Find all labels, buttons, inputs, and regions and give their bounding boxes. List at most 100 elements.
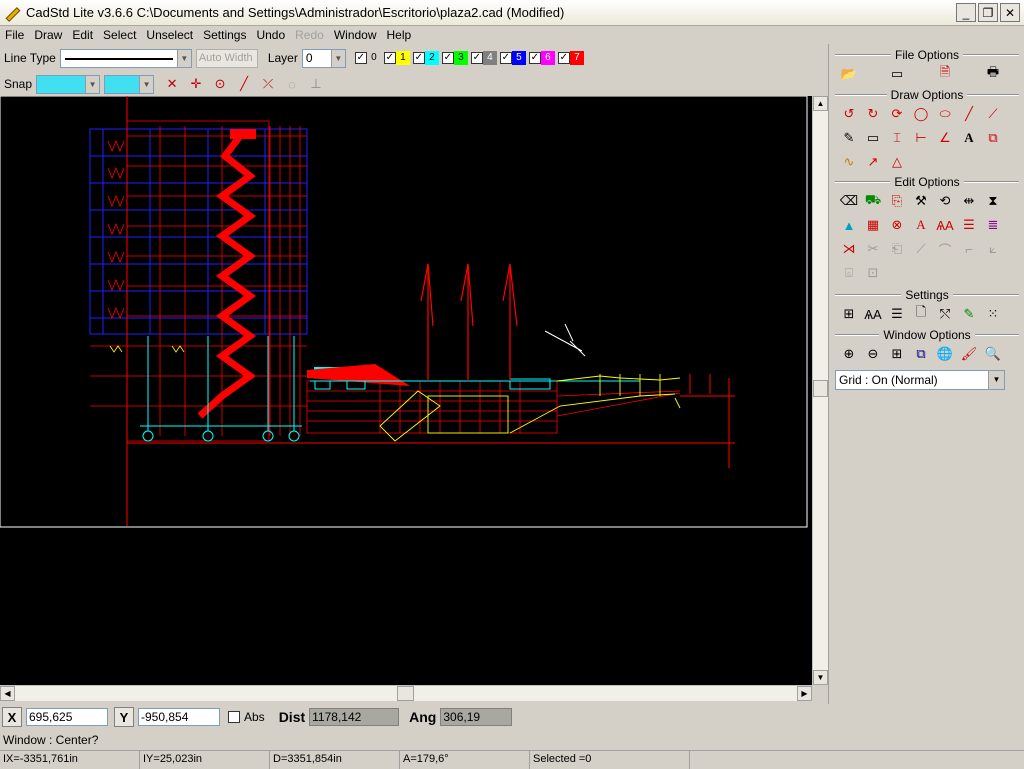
zoom-window-icon[interactable]: ⊞ bbox=[887, 344, 907, 364]
y-button[interactable]: Y bbox=[114, 707, 134, 727]
menu-undo[interactable]: Undo bbox=[251, 26, 290, 44]
move-truck-icon[interactable]: ⛟ bbox=[863, 191, 883, 211]
offset-icon[interactable]: ⟀ bbox=[983, 239, 1003, 259]
rectangle-icon[interactable]: ▭ bbox=[863, 128, 883, 148]
copy-icon[interactable]: ⎘ bbox=[887, 191, 907, 211]
menu-window[interactable]: Window bbox=[329, 26, 382, 44]
curve-icon[interactable]: ∿ bbox=[839, 152, 859, 172]
text-style-icon[interactable]: ѦA bbox=[935, 215, 955, 235]
horizontal-scroll-thumb[interactable] bbox=[397, 686, 414, 701]
cut-icon[interactable]: ✂ bbox=[863, 239, 883, 259]
break-icon[interactable]: ⊗ bbox=[887, 215, 907, 235]
edit-text-icon[interactable]: A bbox=[911, 215, 931, 235]
chevron-down-icon[interactable]: ▼ bbox=[85, 75, 100, 93]
layer-checkbox[interactable]: ✓ bbox=[441, 52, 454, 64]
arc-cw-icon[interactable]: ↻ bbox=[863, 104, 883, 124]
dimension-icon[interactable]: ⌶ bbox=[887, 128, 907, 148]
snap-endpoint-icon[interactable]: ✛ bbox=[186, 74, 206, 94]
layer-toggle-1[interactable]: ✓ 1 bbox=[383, 50, 410, 66]
rotate-icon[interactable]: ⟲ bbox=[935, 191, 955, 211]
leader-icon[interactable]: ↗ bbox=[863, 152, 883, 172]
globe-icon[interactable]: 🌐 bbox=[935, 344, 955, 364]
x-coordinate-field[interactable]: 695,625 bbox=[26, 708, 108, 726]
layer-toggle-4[interactable]: ✓ 4 bbox=[470, 50, 497, 66]
chevron-down-icon[interactable]: ▼ bbox=[330, 49, 345, 67]
scale-icon[interactable]: ⧗ bbox=[983, 191, 1003, 211]
layer-checkbox[interactable]: ✓ bbox=[412, 52, 425, 64]
grid-mode-select[interactable]: Grid : On (Normal) ▼ bbox=[835, 370, 1005, 390]
dimension-horizontal-icon[interactable]: ⊢ bbox=[911, 128, 931, 148]
menu-redo[interactable]: Redo bbox=[290, 26, 329, 44]
auto-width-field[interactable]: Auto Width bbox=[195, 48, 258, 68]
layer-checkbox[interactable]: ✓ bbox=[528, 52, 541, 64]
scroll-up-icon[interactable]: ▲ bbox=[813, 96, 828, 111]
color-layers-icon[interactable]: ≣ bbox=[983, 215, 1003, 235]
arc-3pt-icon[interactable]: ⟳ bbox=[887, 104, 907, 124]
layer-toggle-0[interactable]: ✓ 0 bbox=[354, 50, 381, 66]
snap-perpendicular-icon[interactable]: ⊥ bbox=[306, 74, 326, 94]
snap-mode-select[interactable]: ▼ bbox=[36, 74, 101, 94]
menu-draw[interactable]: Draw bbox=[29, 26, 67, 44]
zoom-all-icon[interactable]: 🔍 bbox=[983, 344, 1003, 364]
edit-settings-icon[interactable]: ✎ bbox=[959, 304, 979, 324]
layer-checkbox[interactable]: ✓ bbox=[383, 52, 396, 64]
snap-intersection-icon[interactable]: ⤫ bbox=[258, 74, 278, 94]
layer-checkbox[interactable]: ✓ bbox=[470, 52, 483, 64]
line-type-select[interactable]: ▼ bbox=[59, 48, 192, 68]
drawing-canvas[interactable] bbox=[0, 96, 812, 685]
save-file-icon[interactable]: 🗎 bbox=[935, 64, 955, 84]
abs-checkbox[interactable] bbox=[228, 711, 240, 723]
ellipse-icon[interactable]: ⬭ bbox=[935, 104, 955, 124]
chevron-down-icon[interactable]: ▼ bbox=[176, 49, 191, 67]
dimension-angle-icon[interactable]: ∠ bbox=[935, 128, 955, 148]
menu-file[interactable]: File bbox=[0, 26, 29, 44]
snap-off-icon[interactable]: ✕ bbox=[162, 74, 182, 94]
snap-tangent-icon[interactable]: ◌ bbox=[282, 74, 302, 94]
layer-checkbox[interactable]: ✓ bbox=[354, 52, 367, 64]
erase-icon[interactable]: ⌫ bbox=[839, 191, 859, 211]
pan-brush-icon[interactable]: 🖌 bbox=[959, 344, 979, 364]
scroll-left-icon[interactable]: ◀ bbox=[0, 686, 15, 701]
vertical-scroll-thumb[interactable] bbox=[813, 380, 828, 397]
horizontal-scrollbar[interactable]: ◀ ▶ bbox=[0, 685, 812, 701]
print-icon[interactable]: 🖶 bbox=[983, 64, 1003, 84]
menu-edit[interactable]: Edit bbox=[67, 26, 98, 44]
hammer-icon[interactable]: ⚒ bbox=[911, 191, 931, 211]
zoom-out-icon[interactable]: ⊖ bbox=[863, 344, 883, 364]
zoom-previous-icon[interactable]: ⧉ bbox=[911, 344, 931, 364]
array-icon[interactable]: ▦ bbox=[863, 215, 883, 235]
chamfer-icon[interactable]: ⌐ bbox=[959, 239, 979, 259]
paste-icon[interactable]: ⎗ bbox=[887, 239, 907, 259]
trim-icon[interactable]: ⋊ bbox=[839, 239, 859, 259]
zoom-in-icon[interactable]: ⊕ bbox=[839, 344, 859, 364]
open-folder-icon[interactable]: 📂 bbox=[839, 64, 859, 84]
layer-toggle-6[interactable]: ✓ 6 bbox=[528, 50, 555, 66]
hatch-icon[interactable]: ☰ bbox=[959, 215, 979, 235]
text-icon[interactable]: A bbox=[959, 128, 979, 148]
scroll-down-icon[interactable]: ▼ bbox=[813, 670, 828, 685]
menu-settings[interactable]: Settings bbox=[198, 26, 251, 44]
font-settings-icon[interactable]: ѦA bbox=[863, 304, 883, 324]
close-button[interactable]: ✕ bbox=[1000, 3, 1020, 22]
group-icon[interactable]: ⌺ bbox=[839, 263, 859, 283]
x-button[interactable]: X bbox=[2, 707, 22, 727]
grid-settings-icon[interactable]: ⁙ bbox=[983, 304, 1003, 324]
maximize-button[interactable]: ❐ bbox=[978, 3, 998, 22]
menu-help[interactable]: Help bbox=[382, 26, 417, 44]
chevron-down-icon[interactable]: ▼ bbox=[988, 371, 1004, 389]
minimize-button[interactable]: _ bbox=[956, 3, 976, 22]
snap-settings-icon[interactable]: ⤲ bbox=[935, 304, 955, 324]
vertical-scrollbar[interactable]: ▲ ▼ bbox=[812, 96, 828, 685]
chevron-down-icon[interactable]: ▼ bbox=[139, 75, 154, 93]
y-coordinate-field[interactable]: -950,854 bbox=[138, 708, 220, 726]
polyline-icon[interactable]: ⟋ bbox=[983, 104, 1003, 124]
snap-midpoint-icon[interactable]: ╱ bbox=[234, 74, 254, 94]
layer-toggle-2[interactable]: ✓ 2 bbox=[412, 50, 439, 66]
snap-center-icon[interactable]: ⊙ bbox=[210, 74, 230, 94]
fillet-icon[interactable]: ⌒ bbox=[935, 239, 955, 259]
scroll-right-icon[interactable]: ▶ bbox=[797, 686, 812, 701]
layer-toggle-5[interactable]: ✓ 5 bbox=[499, 50, 526, 66]
menu-unselect[interactable]: Unselect bbox=[141, 26, 198, 44]
ungroup-icon[interactable]: ⊡ bbox=[863, 263, 883, 283]
new-file-icon[interactable]: ▭ bbox=[887, 64, 907, 84]
